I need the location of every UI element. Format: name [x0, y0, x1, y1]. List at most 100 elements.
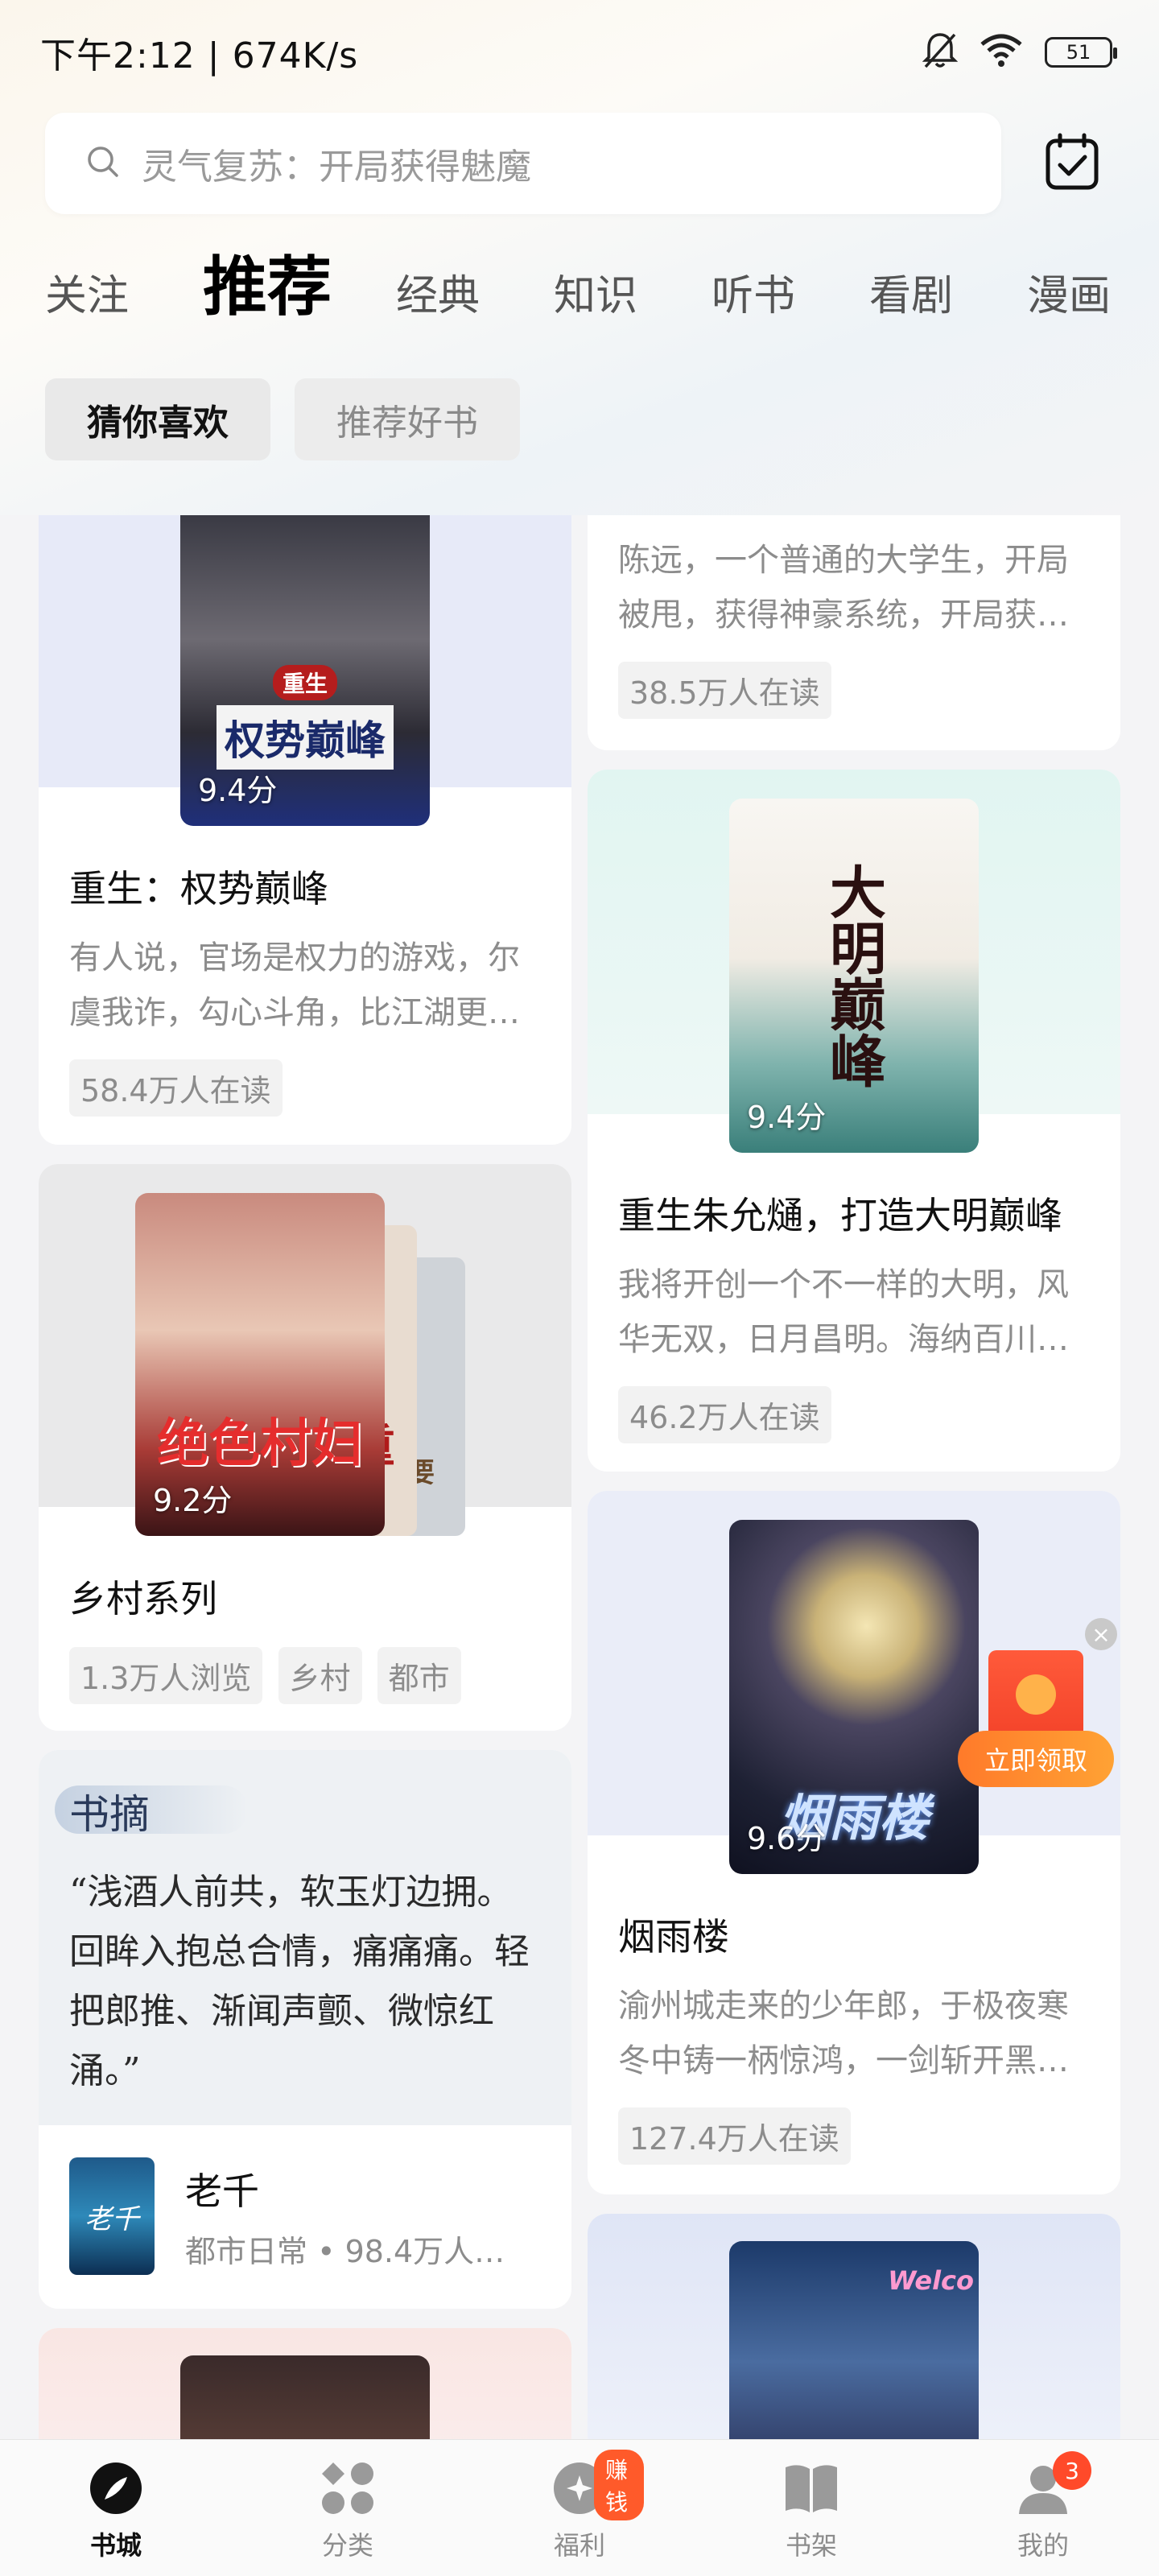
book-cover: 重生 权势巅峰 9.4分	[180, 515, 430, 826]
book-title: 老千	[185, 2169, 259, 2213]
excerpt-quote-area: 书摘 “浅酒人前共，软玉灯边拥。回眸入抱总合情，痛痛痛。轻把郎推、渐闻声颤、微惊…	[39, 1750, 571, 2125]
tab-follow[interactable]: 关注	[45, 262, 129, 338]
series-card[interactable]: 要 重 绝色村妇 9.2分 乡村系列 1.3万人浏览 乡村 都市	[39, 1164, 571, 1731]
nav-label: 我的	[1017, 2530, 1069, 2561]
battery-level: 51	[1066, 41, 1091, 64]
promo-close-button[interactable]: ×	[1085, 1618, 1117, 1650]
cover-backdrop: Welco	[588, 2214, 1120, 2439]
nav-label: 书架	[785, 2530, 837, 2561]
tag-pill: 都市	[377, 1647, 461, 1704]
book-feed: 重生 权势巅峰 9.4分 重生：权势巅峰 有人说，官场是权力的游戏，尔虞我诈，勾…	[0, 515, 1159, 2439]
book-description: 我将开创一个不一样的大明，风华无双，日月昌明。海纳百川…	[618, 1266, 1069, 1358]
book-description: 有人说，官场是权力的游戏，尔虞我诈，勾心斗角，比江湖更…	[69, 939, 520, 1031]
tab-classic[interactable]: 经典	[396, 262, 480, 338]
book-thumbnail: 老千	[69, 2157, 155, 2275]
filter-chips: 猜你喜欢 推荐好书	[45, 378, 520, 460]
search-row: 灵气复苏：开局获得魅魔	[45, 113, 1124, 214]
cover-title: Welco	[888, 2265, 974, 2296]
book-card[interactable]: 烟雨楼 9.6分 烟雨楼 渝州城走来的少年郎，于极夜寒冬中铸一柄惊鸿，一剑斩开黑…	[588, 1491, 1120, 2194]
cover-backdrop: 大明巅峰 9.4分	[588, 770, 1120, 1153]
nav-label: 分类	[321, 2530, 373, 2561]
excerpt-card[interactable]: 书摘 “浅酒人前共，软玉灯边拥。回眸入抱总合情，痛痛痛。轻把郎推、渐闻声颤、微惊…	[39, 1750, 571, 2309]
status-icons: 51	[922, 31, 1117, 73]
bottom-navigation: 书城 分类 赚钱 福利 书架 3 我的	[0, 2439, 1159, 2576]
book-score: 9.2分	[153, 1483, 233, 1518]
view-count: 1.3万人浏览	[69, 1647, 263, 1704]
nav-bookshelf[interactable]: 书架	[747, 2459, 876, 2562]
search-placeholder: 灵气复苏：开局获得魅魔	[142, 147, 531, 188]
book-description: 渝州城走来的少年郎，于极夜寒冬中铸一柄惊鸿，一剑斩开黑…	[618, 1988, 1069, 2079]
book-card[interactable]: 重生 权势巅峰 9.4分 重生：权势巅峰 有人说，官场是权力的游戏，尔虞我诈，勾…	[39, 515, 571, 1145]
book-card[interactable]: 陈远，一个普通的大学生，开局被甩，获得神豪系统，开局获… 38.5万人在读	[588, 515, 1120, 750]
excerpt-book-info: 老千 都市日常 • 98.4万人…	[185, 2162, 505, 2271]
compass-icon	[87, 2459, 145, 2517]
book-description: 陈远，一个普通的大学生，开局被甩，获得神豪系统，开局获…	[618, 542, 1069, 634]
status-bar: 下午2:12 | 674K/s 51	[0, 0, 1159, 105]
book-cover: 烟雨楼 9.6分	[729, 1520, 979, 1874]
book-cover: 绝色村妇 9.2分	[135, 1193, 385, 1536]
book-card[interactable]: 大明巅峰 9.4分 重生朱允熥，打造大明巅峰 我将开创一个不一样的大明，风华无双…	[588, 770, 1120, 1472]
book-title: 烟雨楼	[618, 1915, 729, 1959]
earn-badge: 赚钱	[594, 2450, 644, 2520]
cover-title: 大明巅峰	[820, 863, 888, 1088]
grid-icon	[319, 2459, 377, 2517]
excerpt-quote: “浅酒人前共，软玉灯边拥。回眸入抱总合情，痛痛痛。轻把郎推、渐闻声颤、微惊红涌。…	[69, 1872, 530, 2091]
reader-count: 127.4万人在读	[618, 2107, 851, 2165]
checkin-calendar-button[interactable]	[1040, 131, 1104, 196]
cover-title: 绝色村妇	[157, 1414, 363, 1474]
category-tabs: 关注 推荐 经典 知识 听书 看剧 漫画	[45, 242, 1124, 338]
tab-recommend[interactable]: 推荐	[203, 235, 332, 338]
book-card[interactable]: Welco	[588, 2214, 1120, 2439]
book-title: 重生：权势巅峰	[69, 867, 328, 910]
tab-drama[interactable]: 看剧	[869, 262, 953, 338]
tag-pill: 乡村	[278, 1647, 362, 1704]
feed-left-column: 重生 权势巅峰 9.4分 重生：权势巅峰 有人说，官场是权力的游戏，尔虞我诈，勾…	[39, 515, 571, 2439]
cover-backdrop: 要 重 绝色村妇 9.2分	[39, 1164, 571, 1536]
cover-tag: 重生	[272, 665, 338, 700]
reader-count: 46.2万人在读	[618, 1386, 831, 1443]
claim-now-button[interactable]: 立即领取	[958, 1731, 1114, 1787]
book-score: 9.4分	[747, 1100, 827, 1135]
book-score: 9.6分	[747, 1821, 827, 1856]
calendar-check-icon	[1044, 133, 1100, 194]
mute-bell-icon	[922, 31, 959, 73]
card-body: 重生朱允熥，打造大明巅峰 我将开创一个不一样的大明，风华无双，日月昌明。海纳百川…	[588, 1114, 1120, 1472]
thumb-title: 老千	[85, 2202, 139, 2235]
book-card[interactable]	[39, 2328, 571, 2439]
nav-label: 福利	[553, 2530, 605, 2561]
book-cover	[180, 2355, 430, 2439]
book-icon	[782, 2459, 840, 2517]
wifi-icon	[979, 33, 1024, 72]
cover-title: 权势巅峰	[217, 705, 394, 770]
nav-category[interactable]: 分类	[283, 2459, 412, 2562]
tab-comic[interactable]: 漫画	[1027, 262, 1111, 338]
book-title: 重生朱允熥，打造大明巅峰	[618, 1194, 1062, 1237]
book-score: 9.4分	[198, 773, 278, 808]
nav-label: 书城	[89, 2530, 142, 2561]
series-title: 乡村系列	[69, 1577, 217, 1620]
book-cover: Welco	[729, 2241, 979, 2439]
status-time: 下午2:12 | 674K/s	[40, 35, 359, 76]
tab-audiobook[interactable]: 听书	[711, 262, 795, 338]
excerpt-label: 书摘	[69, 1791, 150, 1838]
book-cover: 大明巅峰 9.4分	[729, 799, 979, 1153]
chip-recommended-books[interactable]: 推荐好书	[295, 378, 520, 460]
chip-guess-you-like[interactable]: 猜你喜欢	[45, 378, 270, 460]
search-input[interactable]: 灵气复苏：开局获得魅魔	[45, 113, 1001, 214]
book-meta: 都市日常 • 98.4万人…	[185, 2233, 505, 2269]
cover-backdrop: 重生 权势巅峰 9.4分	[39, 515, 571, 826]
card-body: 烟雨楼 渝州城走来的少年郎，于极夜寒冬中铸一柄惊鸿，一剑斩开黑… 127.4万人…	[588, 1835, 1120, 2194]
feed-right-column: 陈远，一个普通的大学生，开局被甩，获得神豪系统，开局获… 38.5万人在读 大明…	[588, 515, 1120, 2439]
card-body: 乡村系列 1.3万人浏览 乡村 都市	[39, 1507, 571, 1731]
notification-badge: 3	[1053, 2451, 1091, 2490]
card-body: 陈远，一个普通的大学生，开局被甩，获得神豪系统，开局获… 38.5万人在读	[588, 515, 1120, 750]
reader-count: 58.4万人在读	[69, 1059, 283, 1117]
nav-bookstore[interactable]: 书城	[52, 2459, 180, 2562]
reader-count: 38.5万人在读	[618, 662, 831, 719]
battery-indicator: 51	[1045, 37, 1117, 68]
nav-profile[interactable]: 3 我的	[979, 2451, 1107, 2562]
red-envelope-promo: × 立即领取	[958, 1618, 1119, 1819]
tab-knowledge[interactable]: 知识	[554, 262, 637, 338]
excerpt-book-row: 老千 老千 都市日常 • 98.4万人…	[39, 2125, 571, 2307]
nav-rewards[interactable]: 赚钱 福利	[515, 2450, 644, 2562]
